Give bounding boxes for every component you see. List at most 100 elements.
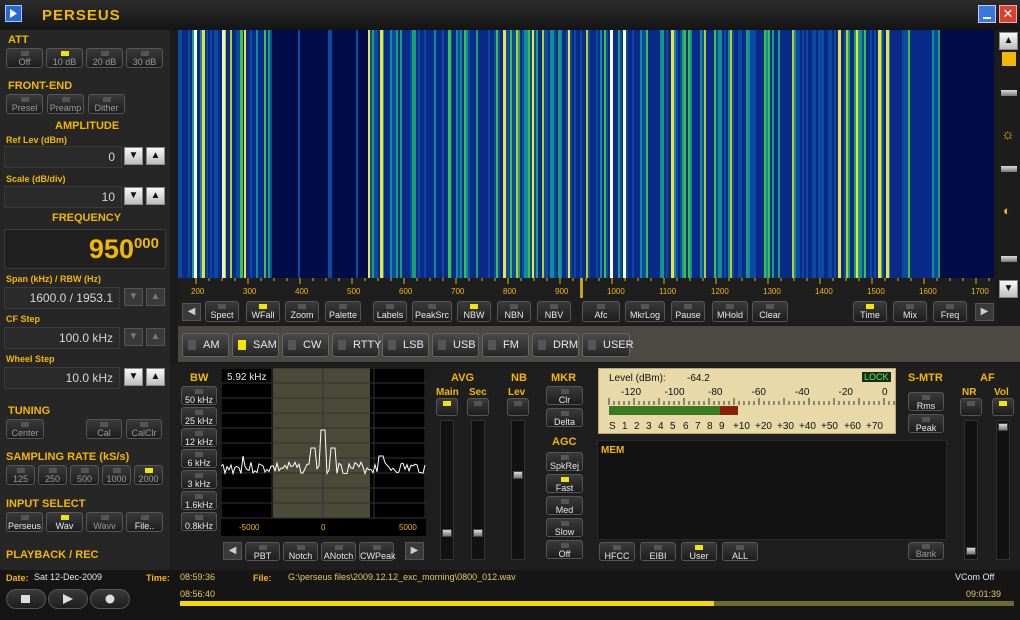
att-button-3[interactable]: 30 dB — [126, 48, 163, 68]
bw-pbt-button[interactable]: PBT — [245, 542, 280, 561]
bw-anotch-button[interactable]: ANotch — [321, 542, 356, 561]
toolbar-button-pause[interactable]: Pause — [671, 301, 705, 322]
scale-up-button[interactable]: ▲ — [146, 187, 165, 205]
frontend-button-1[interactable]: Preamp — [47, 94, 84, 114]
sampling-button-3[interactable]: 1000 — [102, 465, 131, 485]
mem-bank-button[interactable]: Bank — [908, 542, 944, 560]
avg-sec-slider[interactable] — [471, 420, 485, 560]
strip-slider-3[interactable] — [1001, 256, 1017, 262]
scale-down-button[interactable]: ▼ — [124, 187, 143, 205]
mode-button-lsb[interactable]: LSB — [382, 333, 429, 357]
toolbar-button-wfall[interactable]: WFall — [246, 301, 280, 322]
cf-step-field[interactable]: 100.0 kHz — [4, 327, 120, 349]
agc-off-button[interactable]: Off — [546, 540, 583, 559]
mem-all-button[interactable]: ALL — [722, 542, 758, 561]
sampling-button-0[interactable]: 125 — [6, 465, 35, 485]
mem-eibi-button[interactable]: EIBI — [640, 542, 676, 561]
bw-button-4[interactable]: 3 kHz — [181, 470, 217, 489]
ref-level-up-button[interactable]: ▲ — [146, 147, 165, 165]
af-nr-button[interactable] — [960, 398, 982, 416]
contrast-slider[interactable] — [1002, 52, 1016, 66]
toolbar-button-labels[interactable]: Labels — [373, 301, 407, 322]
avg-main-slider[interactable] — [440, 420, 454, 560]
bw-button-2[interactable]: 12 kHz — [181, 428, 217, 447]
frontend-button-2[interactable]: Dither — [88, 94, 125, 114]
mem-user-button[interactable]: User — [681, 542, 717, 561]
att-button-1[interactable]: 10 dB — [46, 48, 83, 68]
att-button-2[interactable]: 20 dB — [86, 48, 123, 68]
span-down-button[interactable]: ▼ — [124, 288, 143, 306]
toolbar-right-button[interactable]: ▶ — [975, 303, 994, 321]
mode-button-usb[interactable]: USB — [432, 333, 479, 357]
af-nr-slider[interactable] — [964, 420, 978, 560]
mem-hfcc-button[interactable]: HFCC — [599, 542, 635, 561]
bw-button-5[interactable]: 1.6kHz — [181, 491, 217, 510]
waterfall-display[interactable] — [178, 30, 994, 278]
wheel-step-down-button[interactable]: ▼ — [124, 368, 143, 386]
sampling-button-1[interactable]: 250 — [38, 465, 67, 485]
toolbar-button-mkrlog[interactable]: MkrLog — [625, 301, 665, 322]
toolbar-button-time[interactable]: Time — [853, 301, 887, 322]
smtr-rms-button[interactable]: Rms — [908, 392, 944, 411]
frontend-button-0[interactable]: Presel — [6, 94, 43, 114]
mode-button-user[interactable]: USER — [582, 333, 634, 357]
stop-button[interactable] — [6, 589, 46, 609]
scale-field[interactable]: 10 — [4, 186, 122, 208]
af-vol-button[interactable] — [992, 398, 1014, 416]
ref-level-field[interactable]: 0 — [4, 146, 122, 168]
strip-slider-2[interactable] — [1001, 166, 1017, 172]
input-button-2[interactable]: Wavv — [86, 512, 123, 532]
bw-button-6[interactable]: 0.8kHz — [181, 512, 217, 531]
att-button-0[interactable]: Off — [6, 48, 43, 68]
input-button-1[interactable]: Wav — [46, 512, 83, 532]
tuning-marker[interactable] — [580, 278, 583, 298]
mkr-clr-button[interactable]: Clr — [546, 386, 583, 405]
toolbar-button-nbw[interactable]: NBW — [457, 301, 491, 322]
mode-button-drm[interactable]: DRM — [532, 333, 579, 357]
bw-left-button[interactable]: ◀ — [223, 542, 242, 560]
scroll-down-button[interactable]: ▼ — [999, 280, 1018, 298]
strip-slider-1[interactable] — [1001, 90, 1017, 96]
toolbar-button-nbv[interactable]: NBV — [537, 301, 571, 322]
tuning-center-button[interactable]: Center — [6, 419, 44, 439]
avg-main-button[interactable] — [436, 398, 458, 416]
toolbar-button-palette[interactable]: Palette — [325, 301, 361, 322]
toolbar-button-peaksrc[interactable]: PeakSrc — [412, 301, 452, 322]
input-button-3[interactable]: File.. — [126, 512, 163, 532]
toolbar-button-mhold[interactable]: MHold — [712, 301, 748, 322]
toolbar-button-afc[interactable]: Afc — [582, 301, 620, 322]
wheel-step-field[interactable]: 10.0 kHz — [4, 367, 120, 389]
play-button[interactable] — [48, 589, 88, 609]
toolbar-button-zoom[interactable]: Zoom — [285, 301, 319, 322]
agc-med-button[interactable]: Med — [546, 496, 583, 515]
mem-panel[interactable]: MEM — [597, 440, 947, 540]
ref-level-down-button[interactable]: ▼ — [124, 147, 143, 165]
nb-lev-slider[interactable] — [511, 420, 525, 560]
af-vol-slider[interactable] — [996, 420, 1010, 560]
avg-sec-button[interactable] — [467, 398, 489, 416]
toolbar-button-spect[interactable]: Spect — [205, 301, 239, 322]
tuning-cal-button[interactable]: Cal — [86, 419, 122, 439]
span-up-button[interactable]: ▲ — [146, 288, 165, 306]
toolbar-button-mix[interactable]: Mix — [893, 301, 927, 322]
mode-button-cw[interactable]: CW — [282, 333, 329, 357]
mode-button-sam[interactable]: SAM — [232, 333, 279, 357]
frequency-display[interactable]: 950000 — [4, 229, 166, 269]
scroll-up-button[interactable]: ▲ — [999, 32, 1018, 50]
bw-button-3[interactable]: 6 kHz — [181, 449, 217, 468]
agc-fast-button[interactable]: Fast — [546, 474, 583, 493]
nb-lev-button[interactable] — [507, 398, 529, 416]
smtr-peak-button[interactable]: Peak — [908, 414, 944, 433]
mkr-delta-button[interactable]: Delta — [546, 408, 583, 427]
mode-button-am[interactable]: AM — [182, 333, 229, 357]
input-button-0[interactable]: Perseus — [6, 512, 43, 532]
tuning-calclr-button[interactable]: CalClr — [126, 419, 162, 439]
bw-button-1[interactable]: 25 kHz — [181, 407, 217, 426]
mode-button-rtty[interactable]: RTTY — [332, 333, 382, 357]
agc-spkrej-button[interactable]: SpkRej — [546, 452, 583, 471]
toolbar-button-freq[interactable]: Freq — [933, 301, 967, 322]
agc-slow-button[interactable]: Slow — [546, 518, 583, 537]
bw-notch-button[interactable]: Notch — [283, 542, 318, 561]
playback-progress[interactable] — [180, 601, 1014, 606]
toolbar-left-button[interactable]: ◀ — [182, 303, 201, 321]
